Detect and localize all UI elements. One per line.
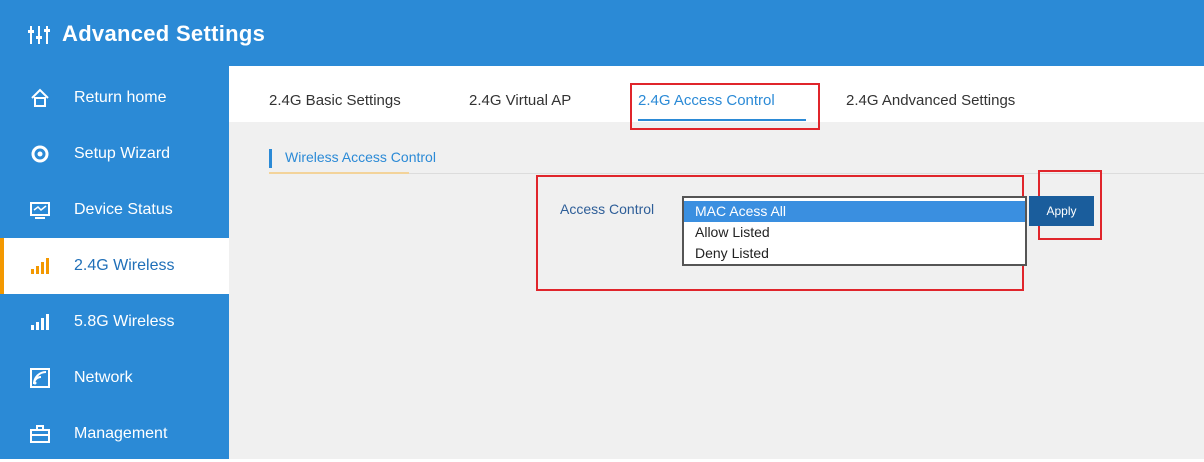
gear-icon [31, 145, 49, 163]
sidebar-item-label: Return home [74, 89, 167, 106]
sidebar-item-network[interactable]: Network [0, 350, 229, 406]
sidebar-item-label: Setup Wizard [74, 145, 171, 162]
tab-2-4g-virtual-ap[interactable]: 2.4G Virtual AP [469, 92, 571, 109]
sidebar-item-label: Device Status [74, 201, 173, 218]
sidebar-item-setup-wizard[interactable]: Setup Wizard [0, 126, 229, 182]
sidebar: Return home Setup Wizard Device Status 2… [0, 66, 229, 459]
active-indicator [0, 238, 4, 294]
page-title: Advanced Settings [62, 21, 266, 46]
signal-bars-icon [31, 314, 49, 330]
toolbox-icon [30, 425, 50, 443]
sidebar-item-label: 5.8G Wireless [74, 313, 175, 330]
sidebar-item-management[interactable]: Management [0, 406, 229, 462]
access-control-listbox[interactable]: MAC Acess All Allow Listed Deny Listed [682, 196, 1027, 266]
tab-2-4g-advanced-settings[interactable]: 2.4G Andvanced Settings [846, 92, 1015, 109]
option-deny-listed[interactable]: Deny Listed [684, 243, 1025, 264]
sidebar-item-device-status[interactable]: Device Status [0, 182, 229, 238]
network-icon [30, 368, 50, 388]
sidebar-item-label: Management [74, 425, 168, 442]
highlight-box-tab [630, 83, 820, 130]
option-mac-acess-all[interactable]: MAC Acess All [684, 201, 1025, 222]
section-divider-accent [269, 172, 409, 174]
tab-2-4g-basic-settings[interactable]: 2.4G Basic Settings [269, 92, 401, 109]
apply-button[interactable]: Apply [1029, 196, 1094, 226]
sidebar-item-5-8g-wireless[interactable]: 5.8G Wireless [0, 294, 229, 350]
monitor-icon [30, 202, 50, 219]
top-header: Advanced Settings [0, 0, 1204, 66]
section-title: Wireless Access Control [285, 149, 436, 165]
signal-bars-icon [31, 258, 49, 274]
sidebar-item-label: 2.4G Wireless [74, 257, 175, 274]
tab-bar: 2.4G Basic Settings 2.4G Virtual AP 2.4G… [229, 66, 1204, 130]
sidebar-item-return-home[interactable]: Return home [0, 70, 229, 126]
sidebar-item-label: Network [74, 369, 133, 386]
sliders-icon [28, 26, 50, 44]
option-allow-listed[interactable]: Allow Listed [684, 222, 1025, 243]
home-icon [31, 88, 49, 107]
sidebar-item-2-4g-wireless[interactable]: 2.4G Wireless [0, 238, 229, 294]
